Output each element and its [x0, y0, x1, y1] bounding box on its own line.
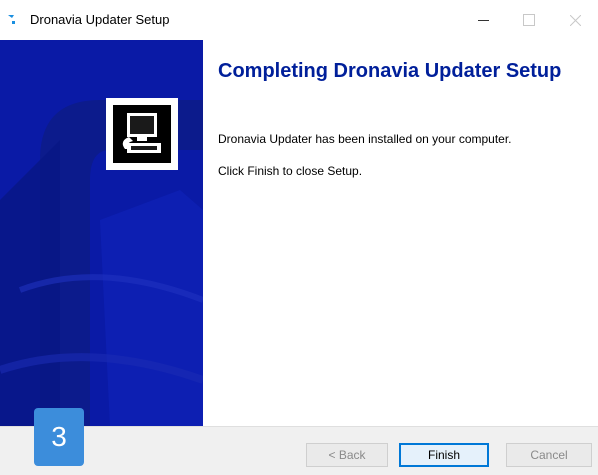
back-button[interactable]: < Back — [306, 443, 388, 467]
step-number-badge: 3 — [34, 408, 84, 466]
finish-instruction-text: Click Finish to close Setup. — [218, 164, 363, 178]
installer-logo — [106, 98, 178, 170]
content-panel: Completing Dronavia Updater Setup Dronav… — [203, 40, 598, 426]
installer-icon — [8, 15, 15, 24]
wizard-banner — [0, 40, 203, 426]
close-icon — [569, 14, 581, 26]
maximize-icon — [523, 14, 535, 26]
setup-window: Dronavia Updater Setup Completing Dronav… — [0, 0, 598, 475]
close-button[interactable] — [552, 0, 598, 40]
finish-button[interactable]: Finish — [399, 443, 489, 467]
window-title: Dronavia Updater Setup — [30, 12, 170, 27]
install-complete-text: Dronavia Updater has been installed on y… — [218, 132, 512, 146]
page-title: Completing Dronavia Updater Setup — [218, 60, 562, 82]
minimize-button[interactable] — [460, 0, 506, 40]
button-bar: < Back Finish Cancel — [0, 426, 598, 475]
minimize-icon — [477, 19, 489, 21]
computer-installer-icon — [122, 113, 161, 153]
title-bar[interactable]: Dronavia Updater Setup — [0, 0, 598, 40]
maximize-button[interactable] — [506, 0, 552, 40]
cancel-button[interactable]: Cancel — [506, 443, 592, 467]
